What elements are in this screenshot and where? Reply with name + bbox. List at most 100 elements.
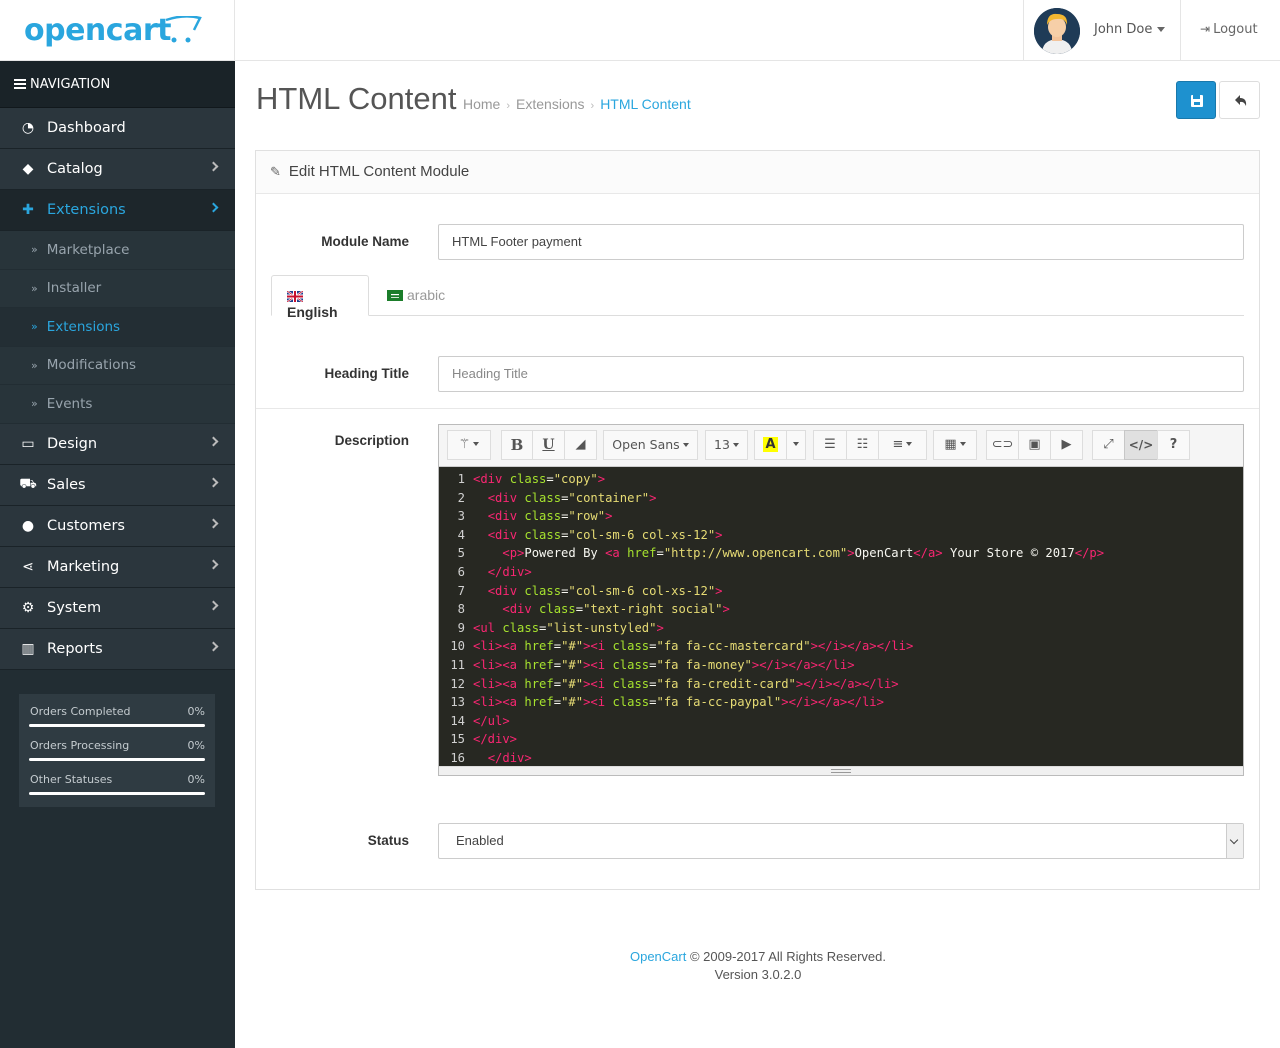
code-token: "#" (561, 639, 584, 654)
sidebar-item-extensions[interactable]: ✚ Extensions (0, 190, 235, 231)
chevron-right-icon (208, 202, 219, 213)
help-button[interactable]: ? (1157, 430, 1190, 460)
progress-bar (29, 758, 205, 761)
table-button[interactable]: ▦ (933, 430, 977, 460)
line-number: 4 (457, 527, 465, 542)
video-button[interactable]: ▶ (1050, 430, 1083, 460)
color-dropdown[interactable] (786, 430, 806, 460)
line-number: 2 (457, 490, 465, 505)
angle-double-right-icon: » (31, 358, 38, 372)
chevron-right-icon (208, 559, 219, 569)
breadcrumb-extensions[interactable]: Extensions (516, 96, 584, 112)
code-token: <div (487, 509, 525, 524)
line-number: 14 (450, 713, 465, 728)
logout-label: Logout (1213, 22, 1258, 37)
sidebar-subitem-extensions[interactable]: » Extensions (0, 308, 235, 347)
panel-heading: ✎ Edit HTML Content Module (256, 151, 1259, 194)
text-color-button[interactable]: A (754, 430, 787, 460)
footer-opencart-link[interactable]: OpenCart (630, 949, 686, 964)
sidebar-item-dashboard[interactable]: ◔ Dashboard (0, 108, 235, 149)
code-token: ></i></a></li> (781, 695, 884, 710)
status-select[interactable]: Enabled (438, 823, 1244, 859)
code-token: "col-sm-6 col-xs-12" (568, 527, 716, 542)
code-line: 12 <li><a href="#"><i class="fa fa-credit… (439, 675, 1243, 694)
code-token: </p> (1074, 546, 1105, 561)
breadcrumb-home[interactable]: Home (463, 96, 500, 112)
link-button[interactable]: ⊂⊃ (986, 430, 1019, 460)
paragraph-button[interactable]: ≡ (878, 430, 927, 460)
table-icon: ▦ (944, 437, 957, 452)
code-token: "fa fa-credit-card" (656, 676, 796, 691)
code-token: "text-right social" (583, 602, 723, 617)
ordered-list-button[interactable]: ☷ (846, 430, 879, 460)
sidebar-item-reports[interactable]: ▥ Reports (0, 628, 235, 670)
description-editor[interactable]: ⚚ B U ◢ Open Sans 13 A ☰ ☷ ≡ ▦ ⊂⊃ ▣ ▶ ⤢ … (438, 424, 1244, 776)
style-button[interactable]: ⚚ (447, 430, 491, 460)
code-token: class (509, 472, 547, 486)
heading-title-input[interactable]: Heading Title (438, 356, 1244, 392)
sidebar-item-catalog[interactable]: ◆ Catalog (0, 149, 235, 190)
back-button[interactable] (1219, 81, 1260, 119)
code-token: = (553, 676, 562, 691)
code-line: 15 </div> (439, 730, 1243, 749)
gear-icon: ⚙ (21, 599, 35, 616)
code-line: 8 <div class="text-right social"> (439, 600, 1243, 619)
underline-button[interactable]: U (532, 430, 565, 460)
code-token: > (597, 472, 606, 486)
tab-english[interactable]: English (271, 275, 369, 320)
font-family-dropdown[interactable]: Open Sans (603, 430, 698, 460)
font-color-icon: A (763, 437, 778, 452)
code-token: OpenCart (854, 546, 914, 561)
clear-format-button[interactable]: ◢ (564, 430, 597, 460)
line-number: 5 (457, 546, 465, 561)
sidebar-item-sales[interactable]: ⛟ Sales (0, 464, 235, 506)
fullscreen-button[interactable]: ⤢ (1092, 430, 1125, 460)
codeview-button[interactable]: </> (1124, 430, 1158, 460)
sidebar-subitem-marketplace[interactable]: » Marketplace (0, 231, 235, 270)
code-token: "fa fa-money" (656, 657, 752, 672)
footer: OpenCart © 2009-2017 All Rights Reserved… (236, 948, 1280, 984)
resize-handle[interactable] (439, 766, 1243, 775)
navigation-heading: NAVIGATION (0, 61, 235, 108)
sidebar-item-design[interactable]: ▭ Design (0, 423, 235, 465)
sidebar-item-marketing[interactable]: ⋖ Marketing (0, 546, 235, 588)
image-icon: ▣ (1028, 437, 1041, 452)
code-token: ></i></a></li> (810, 639, 914, 654)
logo[interactable]: opencart (0, 0, 235, 61)
saudi-flag-icon (387, 290, 403, 301)
code-token: Powered By (524, 546, 606, 561)
user-menu[interactable]: John Doe (1023, 0, 1181, 61)
stat-orders-completed: Orders Completed 0% (29, 694, 205, 728)
status-label: Status (367, 833, 409, 848)
save-button[interactable] (1176, 81, 1216, 119)
code-view[interactable]: 1 <div class="copy"> 2 <div class="contain… (439, 467, 1243, 766)
module-name-input[interactable]: HTML Footer payment (438, 224, 1244, 260)
code-token: class (539, 602, 576, 617)
bold-button[interactable]: B (501, 430, 533, 460)
unordered-list-button[interactable]: ☰ (813, 430, 847, 460)
angle-double-right-icon: » (31, 243, 38, 257)
code-token: <div (487, 490, 525, 505)
angle-double-right-icon: » (31, 281, 38, 295)
sidebar-item-customers[interactable]: ● Customers (0, 505, 235, 547)
code-token: href (524, 639, 554, 654)
bar-chart-icon: ▥ (21, 640, 35, 657)
code-token: <li><a (473, 676, 525, 691)
code-token: class (524, 490, 562, 505)
font-size-dropdown[interactable]: 13 (705, 430, 748, 460)
logout-link[interactable]: ⇥ Logout (1200, 22, 1258, 37)
align-left-icon: ≡ (892, 437, 904, 452)
line-number: 8 (457, 602, 465, 617)
sidebar-subitem-modifications[interactable]: » Modifications (0, 346, 235, 385)
breadcrumb-current[interactable]: HTML Content (600, 96, 691, 112)
editor-toolbar: ⚚ B U ◢ Open Sans 13 A ☰ ☷ ≡ ▦ ⊂⊃ ▣ ▶ ⤢ … (439, 425, 1243, 467)
code-token: <a (605, 546, 628, 561)
sidebar-item-system[interactable]: ⚙ System (0, 587, 235, 629)
stat-orders-processing: Orders Processing 0% (29, 728, 205, 762)
sidebar-subitem-installer[interactable]: » Installer (0, 269, 235, 308)
line-number: 9 (457, 620, 465, 635)
image-button[interactable]: ▣ (1018, 430, 1051, 460)
breadcrumb: Home › Extensions › HTML Content (463, 96, 691, 112)
tab-arabic[interactable]: arabic (372, 275, 460, 316)
sidebar-subitem-events[interactable]: » Events (0, 385, 235, 424)
